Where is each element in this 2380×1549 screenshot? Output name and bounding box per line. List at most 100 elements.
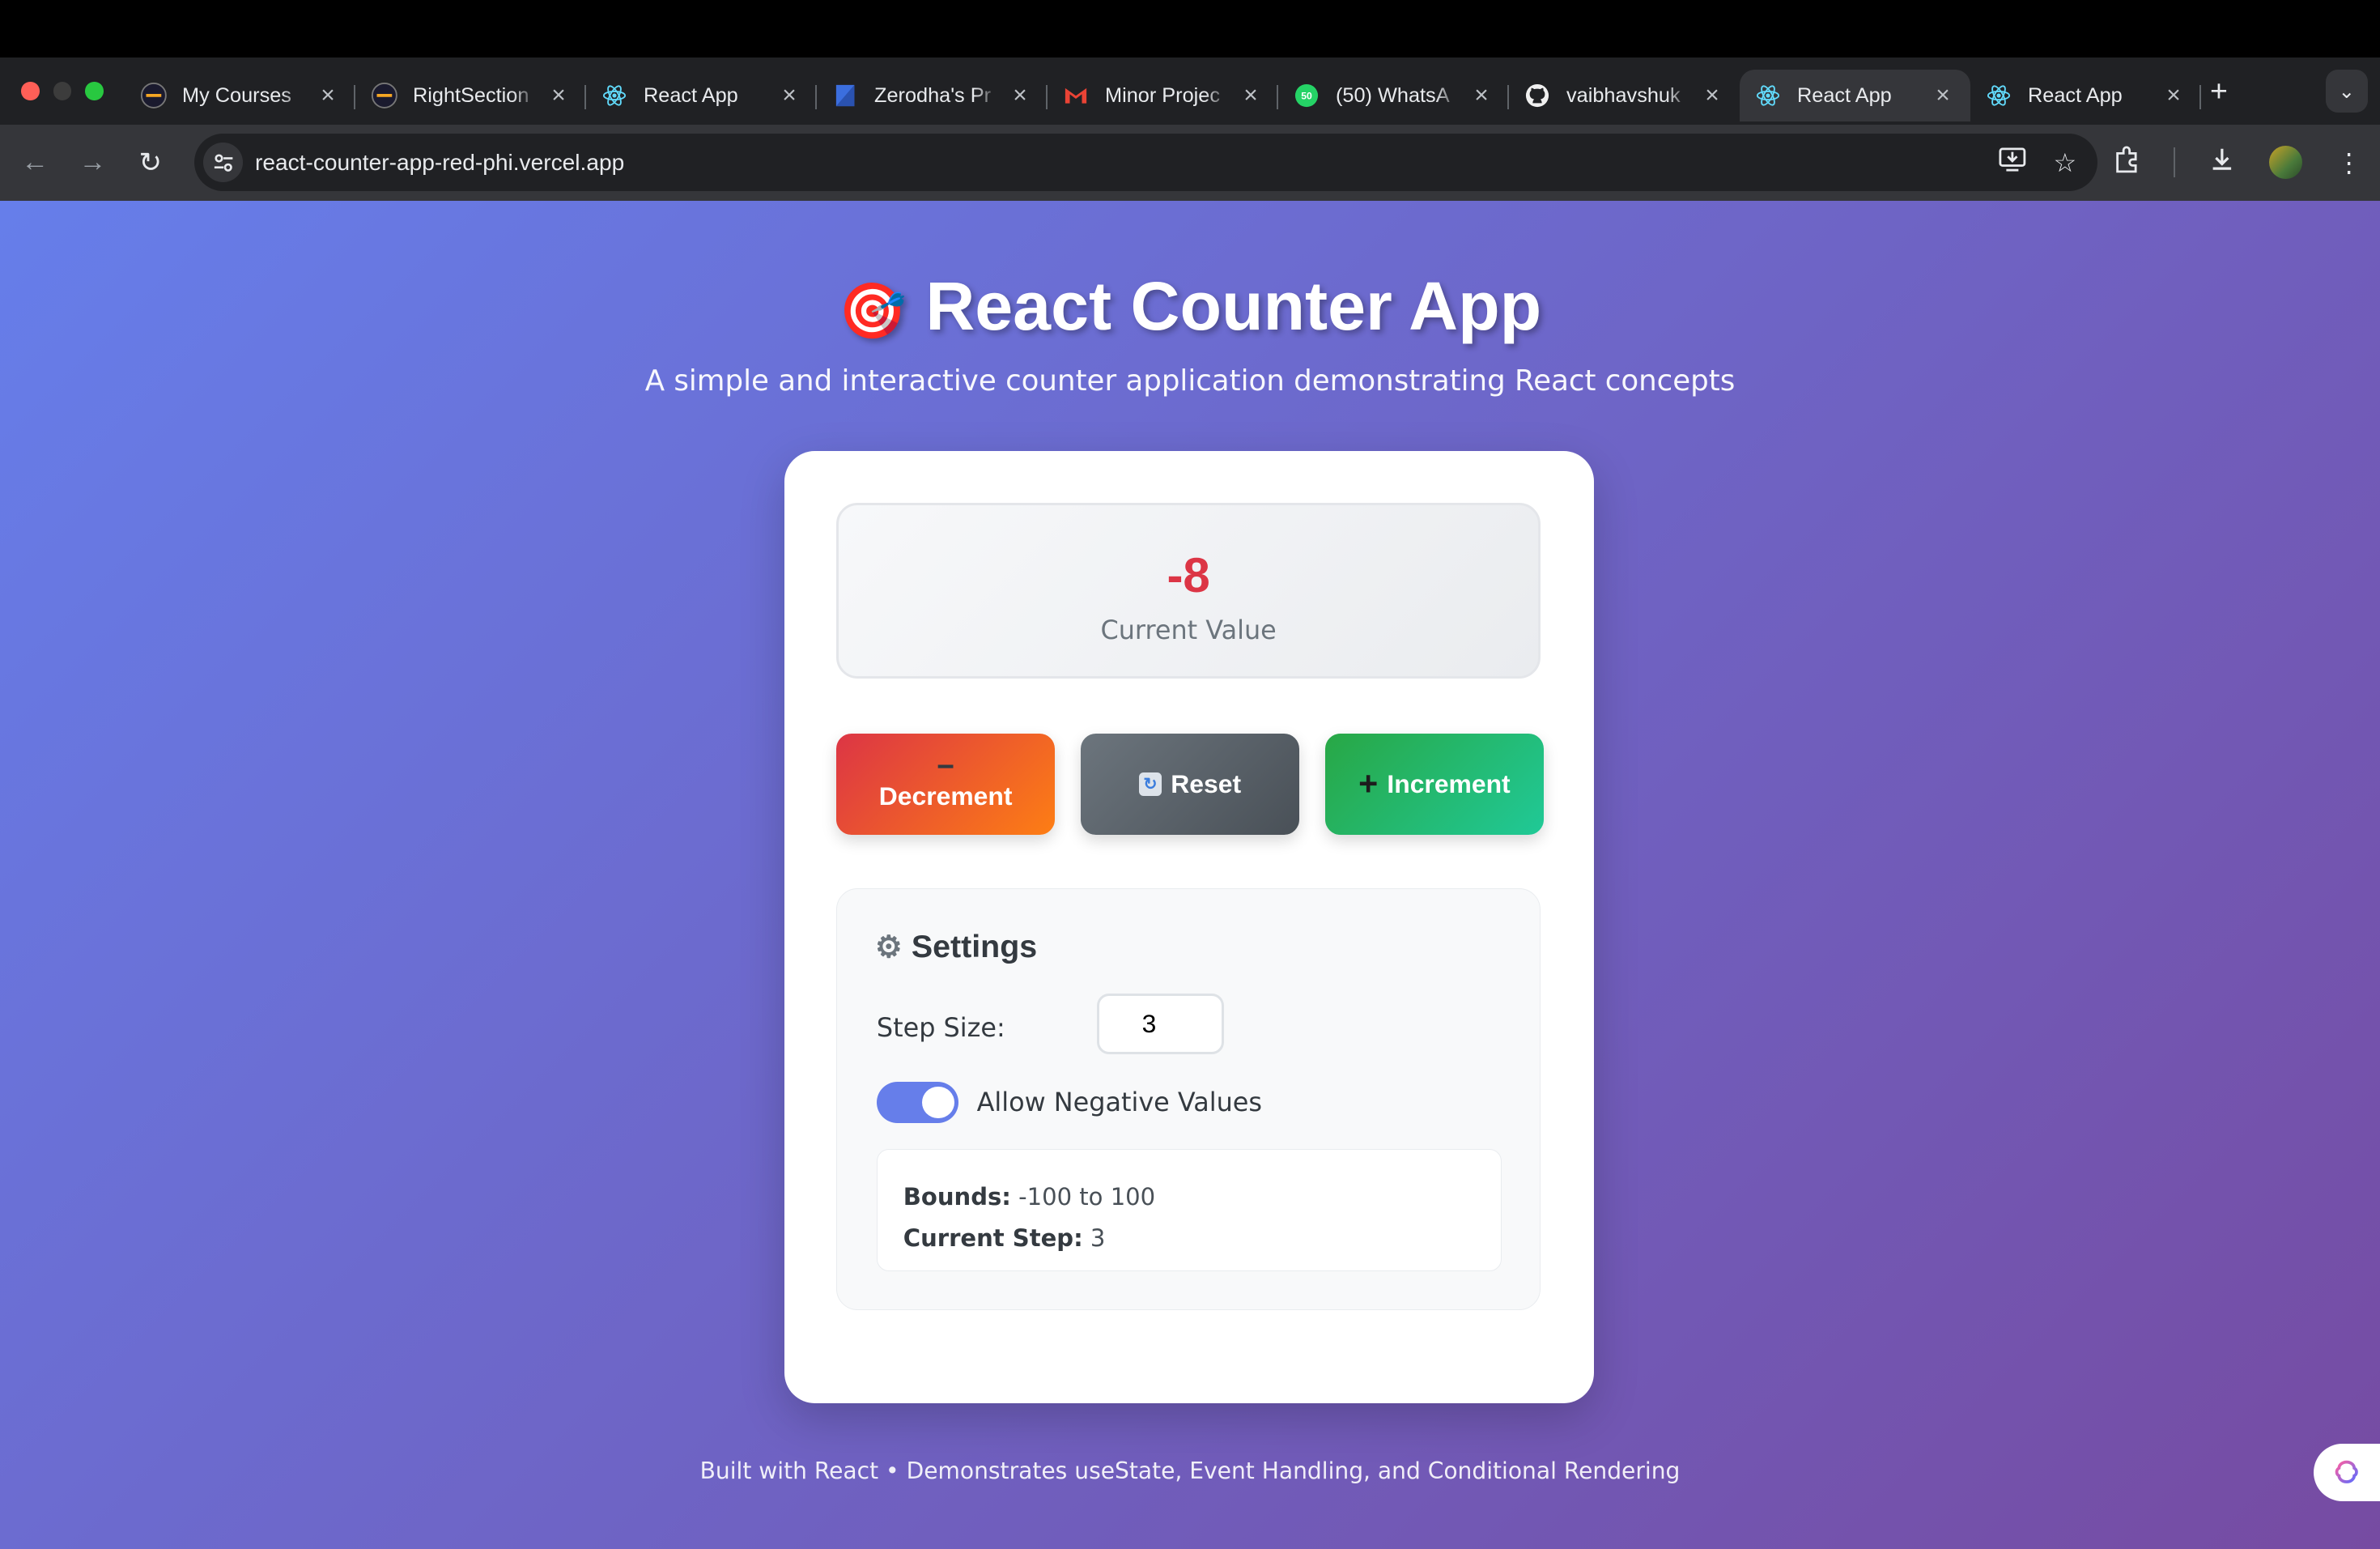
browser-tab[interactable]: 50 (50) WhatsA ×: [1278, 70, 1509, 121]
toolbar-divider: [2174, 147, 2175, 178]
browser-tab[interactable]: My Courses ×: [125, 70, 355, 121]
brain-icon: [2331, 1458, 2362, 1488]
site-settings-icon[interactable]: [203, 143, 243, 182]
app-title: React Counter App: [925, 268, 1541, 344]
back-button[interactable]: ←: [6, 147, 64, 178]
step-size-input[interactable]: [1097, 994, 1225, 1054]
browser-tab[interactable]: RightSection ×: [355, 70, 586, 121]
tab-title: React App: [2028, 84, 2153, 108]
browser-tab[interactable]: React App ×: [1970, 70, 2201, 121]
target-emoji-icon: 🎯: [839, 281, 907, 342]
react-icon: [1755, 82, 1783, 109]
tab-title: React App: [1797, 84, 1922, 108]
extensions-icon[interactable]: [2113, 146, 2140, 180]
install-app-icon[interactable]: [1999, 147, 2026, 178]
counter-value: -8: [839, 547, 1538, 603]
browser-tab[interactable]: React App ×: [586, 70, 817, 121]
react-icon: [601, 82, 629, 109]
arrow-right-icon: →: [79, 147, 107, 177]
svg-text:50: 50: [1302, 91, 1313, 102]
bookmark-doc-icon: [832, 82, 860, 109]
browser-tab[interactable]: Minor Projec ×: [1048, 70, 1278, 121]
close-tab-icon[interactable]: ×: [546, 82, 571, 109]
decrement-label: Decrement: [879, 781, 1013, 811]
browser-tab[interactable]: React App ×: [1740, 70, 1970, 121]
minus-icon: −: [937, 757, 954, 776]
tab-separator: [2199, 85, 2201, 109]
page-subtitle: A simple and interactive counter applica…: [0, 364, 2380, 398]
counter-label: Current Value: [839, 615, 1538, 645]
counter-display: -8 Current Value: [836, 503, 1541, 679]
close-tab-icon[interactable]: ×: [2161, 82, 2186, 109]
tab-title: Zerodha's Pr: [874, 84, 999, 108]
github-icon: [1524, 82, 1552, 109]
reload-icon: ↻: [138, 147, 161, 178]
whatsapp-icon: 50: [1294, 82, 1321, 109]
settings-title: Settings: [912, 929, 1037, 965]
tab-title: (50) WhatsA: [1336, 84, 1460, 108]
assistant-brain-button[interactable]: [2314, 1444, 2380, 1501]
download-icon[interactable]: [2208, 146, 2236, 180]
page-title: 🎯 React Counter App: [0, 267, 2380, 346]
course-logo-icon: [140, 82, 168, 109]
tab-title: vaibhavshuk: [1566, 84, 1691, 108]
step-size-label: Step Size:: [877, 1012, 1005, 1043]
close-tab-icon[interactable]: ×: [1008, 82, 1032, 109]
close-tab-icon[interactable]: ×: [1469, 82, 1494, 109]
reload-button[interactable]: ↻: [121, 147, 179, 179]
browser-tab[interactable]: vaibhavshuk ×: [1509, 70, 1740, 121]
counter-card: -8 Current Value − Decrement ↻ Reset + I…: [784, 451, 1593, 1403]
settings-heading: ⚙ Settings: [875, 929, 1037, 965]
bounds-row: Bounds: -100 to 100: [903, 1177, 1476, 1218]
increment-button[interactable]: + Increment: [1325, 734, 1544, 836]
reset-icon: ↻: [1139, 772, 1162, 795]
address-bar[interactable]: react-counter-app-red-phi.vercel.app ☆: [194, 134, 2097, 191]
tab-title: React App: [644, 84, 768, 108]
increment-label: Increment: [1387, 769, 1510, 799]
more-menu-icon[interactable]: ⋮: [2336, 147, 2362, 178]
gear-icon: ⚙: [875, 929, 903, 964]
decrement-button[interactable]: − Decrement: [836, 734, 1055, 836]
new-tab-button[interactable]: +: [2210, 74, 2228, 109]
url-text[interactable]: react-counter-app-red-phi.vercel.app: [255, 150, 624, 176]
forward-button[interactable]: →: [64, 147, 121, 178]
allow-negative-toggle[interactable]: [877, 1082, 958, 1123]
react-icon: [1986, 82, 2013, 109]
settings-info-box: Bounds: -100 to 100 Current Step: 3: [877, 1149, 1502, 1272]
allow-negative-label: Allow Negative Values: [977, 1087, 1262, 1117]
tab-search-button[interactable]: ⌄: [2326, 70, 2369, 113]
close-window-button[interactable]: [21, 82, 40, 100]
plus-icon: +: [1358, 771, 1378, 798]
reset-label: Reset: [1171, 769, 1241, 799]
tab-title: Minor Projec: [1105, 84, 1230, 108]
chevron-down-icon: ⌄: [2339, 79, 2355, 104]
close-tab-icon[interactable]: ×: [316, 82, 340, 109]
browser-tab[interactable]: Zerodha's Pr ×: [817, 70, 1048, 121]
current-step-label: Current Step:: [903, 1224, 1083, 1252]
arrow-left-icon: ←: [21, 147, 49, 177]
close-tab-icon[interactable]: ×: [1700, 82, 1724, 109]
current-step-row: Current Step: 3: [903, 1218, 1476, 1259]
os-menubar: [0, 0, 2380, 57]
toggle-knob: [922, 1087, 954, 1118]
browser-toolbar: ← → ↻ react-counter-app-red-phi.vercel.a…: [0, 125, 2380, 201]
close-tab-icon[interactable]: ×: [1931, 82, 1955, 109]
tab-title: My Courses: [182, 84, 307, 108]
tab-strip: My Courses×RightSection×React App×Zerodh…: [0, 57, 2380, 125]
maximize-window-button[interactable]: [85, 82, 104, 100]
settings-panel: ⚙ Settings Step Size: Allow Negative Val…: [836, 888, 1541, 1310]
bounds-value: -100 to 100: [1018, 1183, 1155, 1211]
close-tab-icon[interactable]: ×: [777, 82, 801, 109]
close-tab-icon[interactable]: ×: [1239, 82, 1263, 109]
course-logo-icon: [371, 82, 398, 109]
gmail-icon: [1063, 82, 1090, 109]
page-footer: Built with React • Demonstrates useState…: [0, 1458, 2380, 1484]
bookmark-star-icon[interactable]: ☆: [2053, 147, 2076, 178]
reset-button[interactable]: ↻ Reset: [1081, 734, 1299, 836]
tab-title: RightSection: [413, 84, 538, 108]
app-page: 🎯 React Counter App A simple and interac…: [0, 201, 2380, 1549]
minimize-window-button[interactable]: [53, 82, 72, 100]
profile-avatar[interactable]: [2269, 146, 2302, 179]
current-step-value: 3: [1090, 1224, 1105, 1252]
bounds-label: Bounds:: [903, 1183, 1011, 1211]
